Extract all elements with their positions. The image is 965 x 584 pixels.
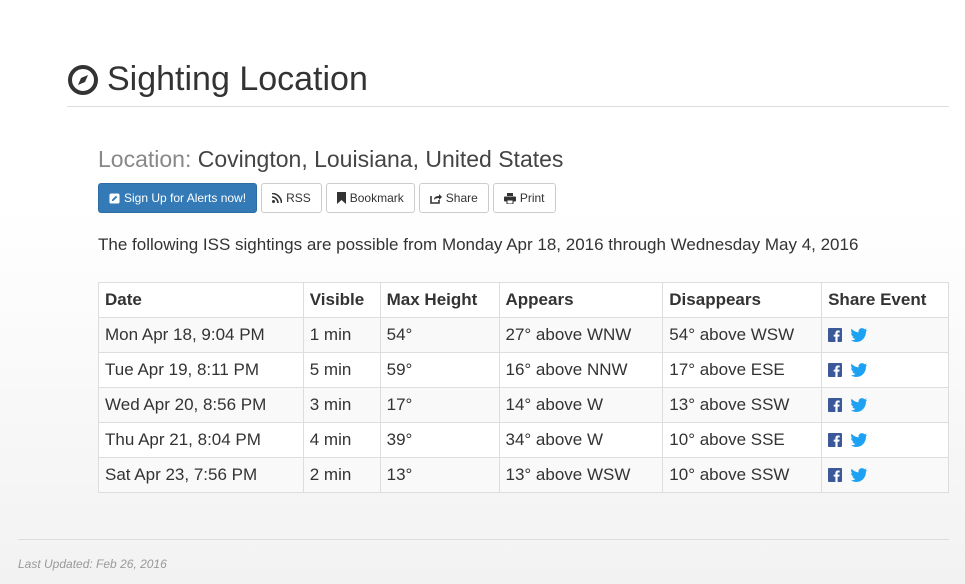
sightings-table: Date Visible Max Height Appears Disappea… [98,282,949,493]
share-event-cell [821,457,949,493]
share-links [828,398,942,412]
table-cell: 54° [379,317,500,353]
facebook-icon [828,328,843,342]
table-cell: 13° above WSW [498,457,664,493]
table-cell: 4 min [302,422,381,458]
table-row: Sat Apr 23, 7:56 PM 2 min 13° 13° above WSW… [98,457,949,493]
table-cell: Sat Apr 23, 7:56 PM [98,457,304,493]
table-cell: 10° above SSE [662,422,823,458]
location-label: Location: [98,146,192,172]
table-cell: 59° [379,352,500,388]
table-cell: 16° above NNW [498,352,664,388]
table-row: Tue Apr 19, 8:11 PM 5 min 59° 16° above NNW… [98,352,949,388]
column-header: Max Height [379,282,500,318]
location-heading: Location: Covington, Louisiana, United S… [98,146,563,173]
twitter-icon [851,363,868,377]
share-event-cell [821,387,949,423]
share-event-cell [821,352,949,388]
action-toolbar: Sign Up for Alerts now! RSS Bookmark Sha… [98,183,556,213]
table-cell: 34° above W [498,422,664,458]
last-updated: Last Updated: Feb 26, 2016 [18,557,167,571]
facebook-share-link[interactable] [828,363,843,377]
table-row: Thu Apr 21, 8:04 PM 4 min 39° 34° above W 10… [98,422,949,458]
table-cell: Tue Apr 19, 8:11 PM [98,352,304,388]
table-cell: 3 min [302,387,381,423]
page-title: Sighting Location [107,60,368,98]
share-links [828,328,942,342]
compass-icon [68,65,98,95]
twitter-icon [851,468,868,482]
share-links [828,433,942,447]
alerts-signup-label: Sign Up for Alerts now! [124,191,247,205]
column-header: Visible [302,282,381,318]
bookmark-button[interactable]: Bookmark [325,183,415,213]
share-links [828,363,942,377]
sightings-intro: The following ISS sightings are possible… [98,235,859,254]
bookmark-icon [336,192,346,204]
print-icon [503,192,516,204]
table-cell: Thu Apr 21, 8:04 PM [98,422,304,458]
twitter-icon [851,433,868,447]
twitter-icon [851,328,868,342]
footer-divider [18,539,949,540]
share-event-cell [821,317,949,353]
table-cell: 13° above SSW [662,387,823,423]
table-cell: 10° above SSW [662,457,823,493]
bookmark-label: Bookmark [349,191,404,205]
table-cell: 54° above WSW [662,317,823,353]
table-cell: 5 min [302,352,381,388]
print-label: Print [519,191,545,205]
table-cell: 17° [379,387,500,423]
share-button[interactable]: Share [418,183,489,213]
rss-icon [272,193,283,203]
table-header-row: Date Visible Max Height Appears Disappea… [98,282,949,318]
rss-button[interactable]: RSS [261,183,322,213]
table-cell: 17° above ESE [662,352,823,388]
share-icon [429,193,442,204]
share-event-cell [821,422,949,458]
facebook-icon [828,363,843,377]
twitter-share-link[interactable] [851,468,868,482]
column-header: Appears [498,282,664,318]
facebook-share-link[interactable] [828,398,843,412]
twitter-share-link[interactable] [851,433,868,447]
table-cell: 13° [379,457,500,493]
column-header: Share Event [821,282,949,318]
table-cell: Wed Apr 20, 8:56 PM [98,387,304,423]
table-cell: 39° [379,422,500,458]
rss-label: RSS [286,191,311,205]
twitter-icon [851,398,868,412]
table-cell: 2 min [302,457,381,493]
table-cell: 1 min [302,317,381,353]
twitter-share-link[interactable] [851,398,868,412]
location-value: Covington, Louisiana, United States [197,146,564,172]
table-row: Mon Apr 18, 9:04 PM 1 min 54° 27° above WNW… [98,317,949,353]
twitter-share-link[interactable] [851,363,868,377]
page-header: Sighting Location [67,58,949,107]
facebook-share-link[interactable] [828,328,843,342]
alerts-signup-button[interactable]: Sign Up for Alerts now! [98,183,258,213]
share-links [828,468,942,482]
table-row: Wed Apr 20, 8:56 PM 3 min 17° 14° above W 13… [98,387,949,423]
facebook-icon [828,433,843,447]
table-cell: 27° above WNW [498,317,664,353]
twitter-share-link[interactable] [851,328,868,342]
table-cell: Mon Apr 18, 9:04 PM [98,317,304,353]
column-header: Date [98,282,304,318]
column-header: Disappears [662,282,823,318]
facebook-share-link[interactable] [828,468,843,482]
table-cell: 14° above W [498,387,664,423]
share-label: Share [445,191,478,205]
facebook-share-link[interactable] [828,433,843,447]
facebook-icon [828,398,843,412]
print-button[interactable]: Print [492,183,556,213]
facebook-icon [828,468,843,482]
pencil-icon [109,192,120,204]
